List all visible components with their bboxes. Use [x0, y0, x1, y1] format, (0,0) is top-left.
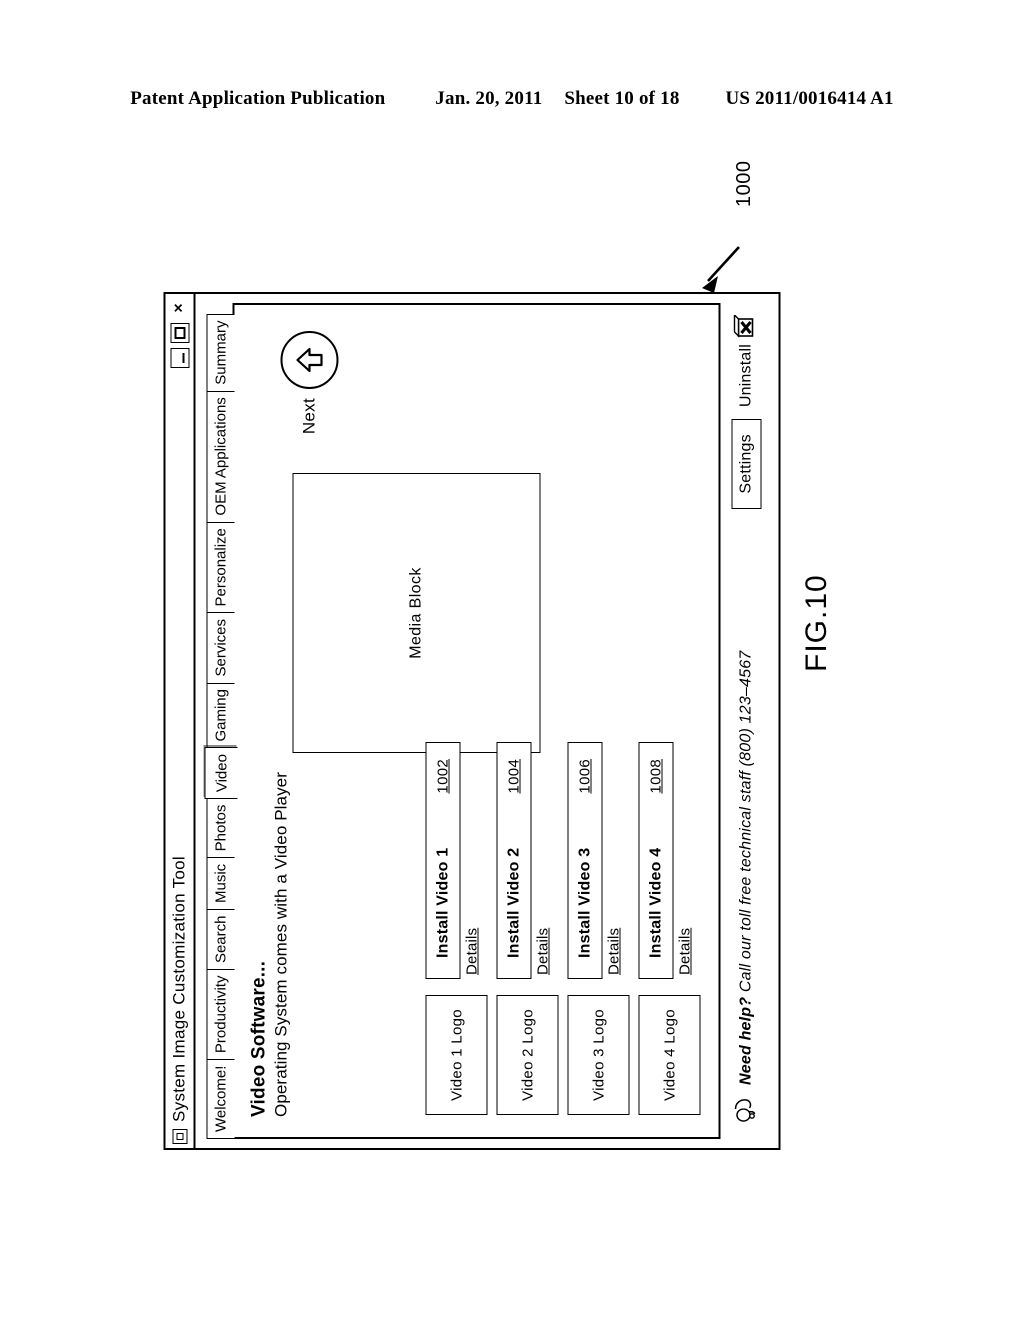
tab-search[interactable]: Search	[206, 908, 234, 971]
install-button[interactable]: Install Video 3 1006	[567, 742, 602, 979]
tab-music[interactable]: Music	[206, 856, 234, 911]
media-block-label: Media Block	[407, 567, 424, 659]
sheet-header: Patent Application Publication Jan. 20, …	[0, 88, 1024, 110]
uninstall-button[interactable]: Uninstall	[732, 313, 760, 408]
window-titlebar: System Image Customization Tool ×	[165, 294, 195, 1148]
tab-personalize[interactable]: Personalize	[206, 521, 234, 614]
details-link[interactable]: Details	[534, 928, 551, 975]
figure-stage: System Image Customization Tool × Welcom…	[163, 292, 780, 1150]
install-button-reference: 1006	[576, 759, 593, 794]
software-row-actions: Install Video 1 1002 Details	[425, 742, 480, 979]
maximize-icon[interactable]	[169, 323, 189, 343]
sheet-number: Sheet 10 of 18	[564, 88, 680, 109]
software-row-actions: Install Video 3 1006 Details	[567, 742, 622, 979]
software-logo: Video 4 Logo	[638, 995, 700, 1115]
software-row: Video 2 Logo Install Video 2 1004 Details	[496, 742, 558, 1115]
content-panel: Video Software... Operating System comes…	[232, 303, 720, 1139]
install-button-label: Install Video 3	[575, 847, 593, 958]
install-button-reference: 1002	[434, 759, 451, 794]
application-window-rotor: System Image Customization Tool × Welcom…	[163, 292, 780, 1150]
tab-photos[interactable]: Photos	[206, 797, 234, 859]
support-text: Need help? Call our toll free technical …	[737, 651, 755, 1085]
support-text-rest: Call our toll free technical staff (800)…	[737, 650, 754, 997]
page-title: Video Software...	[248, 960, 269, 1117]
software-row-actions: Install Video 4 1008 Details	[638, 742, 693, 979]
install-button-label: Install Video 2	[504, 847, 522, 958]
next-arrow-icon[interactable]	[280, 331, 338, 389]
tab-services[interactable]: Services	[206, 611, 234, 684]
settings-button[interactable]: Settings	[731, 419, 761, 509]
install-button-label: Install Video 1	[433, 847, 451, 958]
patent-number: US 2011/0016414 A1	[725, 88, 894, 109]
install-button-reference: 1004	[505, 759, 522, 794]
publication-date: Jan. 20, 2011	[435, 88, 543, 109]
install-button-label: Install Video 4	[646, 847, 664, 958]
uninstall-label: Uninstall	[737, 344, 754, 408]
figure-reference-1000: 1000	[733, 160, 755, 208]
uninstall-icon[interactable]	[732, 313, 760, 339]
software-logo: Video 1 Logo	[425, 995, 487, 1115]
software-row: Video 1 Logo Install Video 1 1002 Details	[425, 742, 487, 1115]
system-menu-icon[interactable]	[171, 1129, 187, 1144]
window-control-buttons: ×	[169, 298, 189, 368]
close-icon[interactable]: ×	[169, 298, 189, 318]
tab-productivity[interactable]: Productivity	[206, 968, 234, 1061]
application-window: System Image Customization Tool × Welcom…	[163, 292, 780, 1150]
figure-label: FIG.10	[800, 574, 833, 672]
publication-label: Patent Application Publication	[130, 88, 386, 109]
tab-strip: Welcome! Productivity Search Music Photos Vid…	[203, 313, 237, 1139]
support-text-emphasis: Need help?	[737, 996, 754, 1085]
next-button-group[interactable]: Next	[280, 331, 338, 434]
install-button[interactable]: Install Video 2 1004	[496, 742, 531, 979]
tab-video[interactable]: Video	[204, 747, 237, 800]
tab-welcome[interactable]: Welcome!	[206, 1058, 234, 1139]
tab-oem-applications[interactable]: OEM Applications	[206, 390, 234, 523]
install-button[interactable]: Install Video 1 1002	[425, 742, 460, 979]
software-logo: Video 2 Logo	[496, 995, 558, 1115]
media-block: Media Block	[292, 473, 540, 753]
footer-bar: Need help? Call our toll free technical …	[723, 303, 769, 1139]
install-button-reference: 1008	[647, 759, 664, 794]
window-body: Welcome! Productivity Search Music Photos Vid…	[195, 294, 778, 1148]
details-link[interactable]: Details	[605, 928, 622, 975]
tab-gaming[interactable]: Gaming	[206, 682, 234, 749]
content-heading-block: Video Software... Operating System comes…	[248, 772, 291, 1117]
software-logo: Video 3 Logo	[567, 995, 629, 1115]
minimize-icon[interactable]	[169, 348, 189, 368]
details-link[interactable]: Details	[676, 928, 693, 975]
software-row: Video 4 Logo Install Video 4 1008 Details	[638, 742, 700, 1115]
footer-actions: Settings Uninstall	[731, 303, 761, 509]
software-row: Video 3 Logo Install Video 3 1006 Details	[567, 742, 629, 1115]
page-subtitle: Operating System comes with a Video Play…	[271, 772, 291, 1117]
software-list: Video 1 Logo Install Video 1 1002 Details Vi…	[425, 742, 700, 1115]
window-title: System Image Customization Tool	[169, 856, 188, 1122]
software-row-actions: Install Video 2 1004 Details	[496, 742, 551, 979]
install-button[interactable]: Install Video 4 1008	[638, 742, 673, 979]
tab-summary[interactable]: Summary	[206, 313, 234, 392]
support-phone-icon	[731, 1095, 762, 1125]
next-label: Next	[299, 398, 318, 435]
details-link[interactable]: Details	[463, 928, 480, 975]
